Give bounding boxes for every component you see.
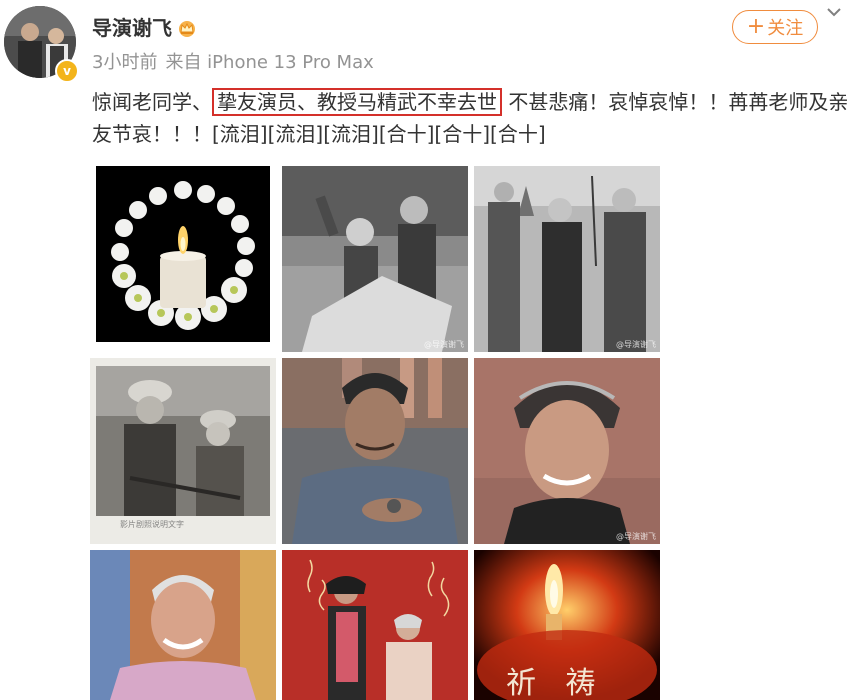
post-text: 惊闻老同学、 挚友演员、教授马精武不幸去世 不甚悲痛！哀悼哀悼！！苒苒老师及亲友节…	[92, 86, 854, 150]
watermark: @导演谢飞	[424, 340, 464, 349]
follow-button[interactable]: + 关注	[732, 10, 818, 44]
prayer-text: 祈 祷	[506, 666, 606, 700]
image-portrait-man-stone[interactable]	[282, 358, 468, 544]
post-text-before: 惊闻老同学、	[92, 90, 212, 114]
image-film-still-lenin[interactable]: @导演谢飞	[474, 166, 660, 352]
chevron-down-icon[interactable]	[822, 0, 846, 24]
follow-label: 关注	[767, 18, 804, 39]
image-portrait-older-man[interactable]: @导演谢飞	[474, 358, 660, 544]
image-portrait-tv-show[interactable]	[90, 550, 276, 700]
post-meta: 3小时前 来自 iPhone 13 Pro Max	[92, 48, 374, 74]
highlighted-text: 挚友演员、教授马精武不幸去世	[212, 88, 502, 116]
image-old-photo-two-men[interactable]: 影片剧照说明文字	[90, 358, 276, 544]
image-couple-red-backdrop[interactable]	[282, 550, 468, 700]
image-candle-wreath[interactable]	[96, 166, 270, 342]
username-text[interactable]: 导演谢飞	[92, 12, 172, 41]
image-candle-prayer[interactable]: 祈 祷	[474, 550, 660, 700]
watermark: @导演谢飞	[616, 340, 656, 349]
watermark: @导演谢飞	[616, 532, 656, 541]
post-time[interactable]: 3小时前	[92, 48, 157, 74]
caption-text: 影片剧照说明文字	[120, 520, 184, 529]
verified-badge-icon: v	[55, 59, 79, 83]
username[interactable]: 导演谢飞	[92, 12, 198, 41]
post-source: 来自 iPhone 13 Pro Max	[165, 52, 374, 73]
crown-icon	[176, 18, 198, 37]
image-film-still-soldiers[interactable]: @导演谢飞	[282, 166, 468, 352]
plus-icon: +	[746, 14, 766, 39]
